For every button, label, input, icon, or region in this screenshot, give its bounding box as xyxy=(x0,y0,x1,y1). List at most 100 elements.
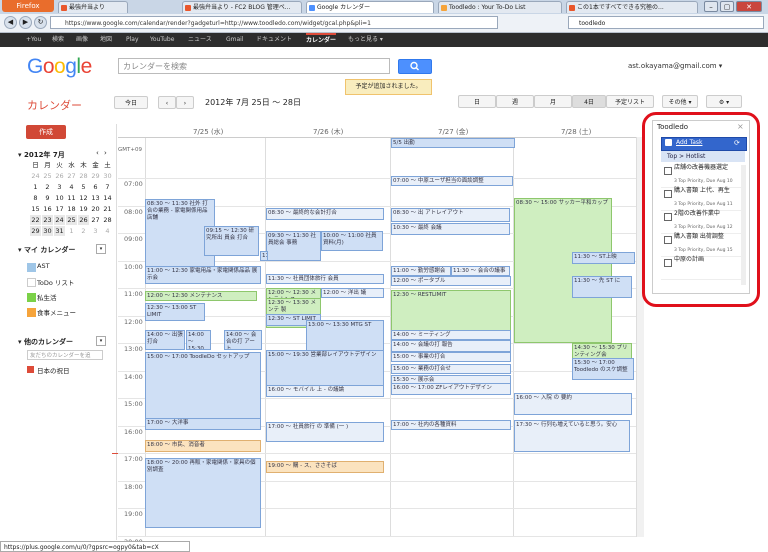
mini-cal-day[interactable]: 28 xyxy=(102,215,113,225)
mini-cal-day[interactable]: 8 xyxy=(30,193,41,203)
mini-cal-day[interactable]: 12 xyxy=(78,193,89,203)
calendar-event[interactable]: 16:00 ～ 17:00 ZFレイアウトデザイン xyxy=(391,383,511,395)
mini-cal-day[interactable]: 21 xyxy=(102,204,113,214)
mini-cal-day[interactable]: 25 xyxy=(66,215,77,225)
more-button[interactable]: その他 ▾ xyxy=(662,95,698,108)
calendar-event[interactable]: 11:30 ～ ST上映 xyxy=(572,252,635,264)
add-friend-calendar-input[interactable]: 友だちのカレンダーを追 xyxy=(27,350,103,360)
close-icon[interactable]: ✕ xyxy=(736,1,762,12)
calendar-color-swatch[interactable] xyxy=(27,278,36,287)
next-button[interactable]: › xyxy=(176,96,194,109)
mini-cal-day[interactable]: 24 xyxy=(30,171,41,181)
prev-button[interactable]: ‹ xyxy=(158,96,176,109)
gbar-item-gmail[interactable]: Gmail xyxy=(226,33,244,47)
minimize-icon[interactable]: – xyxy=(704,1,718,12)
other-calendars-menu-icon[interactable]: ▾ xyxy=(96,336,106,346)
mini-cal-day[interactable]: 2 xyxy=(42,182,53,192)
tab-3-active[interactable]: Google カレンダー xyxy=(306,1,434,13)
calendar-event[interactable]: 18:00 ～ 20:00 再販・家電関係・家具の個別調査 xyxy=(145,458,261,528)
mini-cal-day[interactable]: 18 xyxy=(66,204,77,214)
mini-cal-prev-icon[interactable]: ‹ xyxy=(96,149,99,157)
calendar-event[interactable]: 15:00 ～ 事業の打合 xyxy=(391,352,511,362)
mini-cal-day[interactable]: 17 xyxy=(54,204,65,214)
mini-cal-day[interactable]: 22 xyxy=(30,215,41,225)
gbar-item-more[interactable]: もっと見る ▾ xyxy=(348,33,383,47)
calendar-item[interactable]: ToDo リスト xyxy=(37,277,74,287)
calendar-event[interactable]: 08:30 ～ 15:00 サッカー平和カップ xyxy=(514,198,612,343)
calendar-event[interactable]: 14:00 ～ ミーティング xyxy=(391,330,511,340)
calendar-item[interactable]: 日本の祝日 xyxy=(37,365,70,375)
calendar-color-swatch[interactable] xyxy=(27,293,36,302)
google-logo[interactable]: Google xyxy=(27,55,92,79)
maximize-icon[interactable]: ▢ xyxy=(720,1,734,12)
calendar-color-swatch[interactable] xyxy=(27,263,36,272)
back-icon[interactable]: ◀ xyxy=(4,16,17,29)
calendar-event[interactable]: 17:00 ～ 社内の各種資料 xyxy=(391,420,511,430)
mini-cal-day[interactable]: 29 xyxy=(90,171,101,181)
calendar-event[interactable]: 14:30 ～ 15:30 プリンティング会 xyxy=(572,343,632,359)
mini-cal-day[interactable]: 24 xyxy=(54,215,65,225)
tab-2[interactable]: 最強弁当より - FC2 BLOG 管理ペ... xyxy=(182,1,302,13)
mini-cal-day[interactable]: 29 xyxy=(30,226,41,236)
calendar-event[interactable]: 16:00 ～ 入院 の 要約 xyxy=(514,393,632,415)
calendar-event[interactable]: 12:00 ～ 洋出 議 xyxy=(321,288,384,298)
calendar-event[interactable]: 14:00 ～ 会議の打 報告 xyxy=(391,340,511,352)
calendar-event[interactable]: 07:00 ～ 中原ユーザ担当の面談調整 xyxy=(391,176,513,186)
calendar-event[interactable]: 08:30 ～ 出 アトレイアウト xyxy=(391,208,510,222)
calendar-event[interactable]: 18:00 ～ 市民、消音者 xyxy=(145,440,261,452)
my-calendars-heading[interactable]: ▾ マイ カレンダー xyxy=(18,245,75,255)
calendar-event[interactable]: 11:30 ～ 社員団体旅行 会員 xyxy=(266,274,384,284)
tab-4[interactable]: Toodledo : Your To-Do List xyxy=(438,1,562,13)
calendar-event[interactable]: 09:15 ～ 12:30 研究所出 員会 打合 xyxy=(204,226,259,256)
calendar-event[interactable]: 10:30 ～ 最終 会議 xyxy=(391,223,510,235)
calendar-event[interactable]: 12:00 ～ 12:30 メンテナンス xyxy=(145,291,257,301)
other-calendars-heading[interactable]: ▾ 他のカレンダー xyxy=(18,337,73,347)
calendar-event[interactable]: 17:00 ～ 大洋事 xyxy=(145,418,261,430)
gbar-item-search[interactable]: 検索 xyxy=(52,33,64,47)
my-calendars-menu-icon[interactable]: ▾ xyxy=(96,244,106,254)
mini-cal-day[interactable]: 4 xyxy=(102,226,113,236)
view-day-button[interactable]: 日 xyxy=(458,95,496,108)
mini-cal-day[interactable]: 31 xyxy=(54,226,65,236)
calendar-event[interactable]: 14:00 ～ 15:30 打ち 打合せ xyxy=(186,330,211,350)
forward-icon[interactable]: ▶ xyxy=(19,16,32,29)
calendar-event[interactable]: 11:00 ～ 12:30 家電用品・家電関係品品 展示会 xyxy=(145,266,261,284)
mini-cal-day[interactable]: 3 xyxy=(54,182,65,192)
calendar-event[interactable]: 19:00 ～ 購 - ス、ささそば xyxy=(266,461,384,473)
mini-cal-day[interactable]: 25 xyxy=(42,171,53,181)
calendar-event[interactable]: 11:30 ～ 12:00 新製品 会議 xyxy=(260,251,268,261)
today-button[interactable]: 今日 xyxy=(114,96,148,109)
tab-5[interactable]: この1本ですべてできる究極の... xyxy=(566,1,698,13)
tab-1[interactable]: 最強弁当より xyxy=(58,1,128,13)
mini-cal-day[interactable]: 30 xyxy=(42,226,53,236)
mini-cal-day[interactable]: 27 xyxy=(90,215,101,225)
gbar-item-news[interactable]: ニュース xyxy=(188,33,212,47)
gbar-item-you[interactable]: +You xyxy=(26,33,41,47)
gbar-item-play[interactable]: Play xyxy=(126,33,139,47)
firefox-menu-button[interactable]: Firefox xyxy=(2,0,54,12)
search-button[interactable] xyxy=(398,59,432,74)
mini-cal-day[interactable]: 13 xyxy=(90,193,101,203)
view-4day-button[interactable]: 4日 xyxy=(572,95,606,108)
gbar-item-docs[interactable]: ドキュメント xyxy=(256,33,292,47)
day-header[interactable]: 7/26 (木) xyxy=(313,127,343,137)
view-month-button[interactable]: 月 xyxy=(534,95,572,108)
mini-cal-day[interactable]: 26 xyxy=(78,215,89,225)
day-header[interactable]: 7/25 (水) xyxy=(193,127,223,137)
calendar-event[interactable]: 15:30 ～ 17:00 Toodledo のスケ調整 xyxy=(572,358,634,380)
mini-cal-day[interactable]: 30 xyxy=(102,171,113,181)
mini-cal-day[interactable]: 11 xyxy=(66,193,77,203)
gbar-item-images[interactable]: 画像 xyxy=(76,33,88,47)
mini-cal-day[interactable]: 3 xyxy=(90,226,101,236)
calendar-event[interactable]: 08:30 ～ 最終的な会計打合 xyxy=(266,208,384,220)
mini-calendar-title[interactable]: ▾ 2012年 7月 xyxy=(18,150,65,160)
calendar-color-swatch[interactable] xyxy=(27,308,36,317)
mini-cal-day[interactable]: 14 xyxy=(102,193,113,203)
calendar-event[interactable]: 11:00 ～ 勤労感謝会 xyxy=(391,266,451,276)
calendar-event[interactable]: 17:00 ～ 社員旅行 の 準備 (一 ) xyxy=(266,422,384,442)
calendar-event[interactable]: 11:30 ～ 会合の議事 xyxy=(451,266,510,276)
mini-cal-day[interactable]: 1 xyxy=(66,226,77,236)
calendar-event[interactable]: 17:30 ～ 行列も増えていると思う。安心 xyxy=(514,420,630,452)
calendar-event[interactable]: 12:30 ～ 13:00 ST LIMIT xyxy=(145,303,205,321)
calendar-event[interactable]: 14:00 ～ 出張 打合 xyxy=(145,330,185,350)
